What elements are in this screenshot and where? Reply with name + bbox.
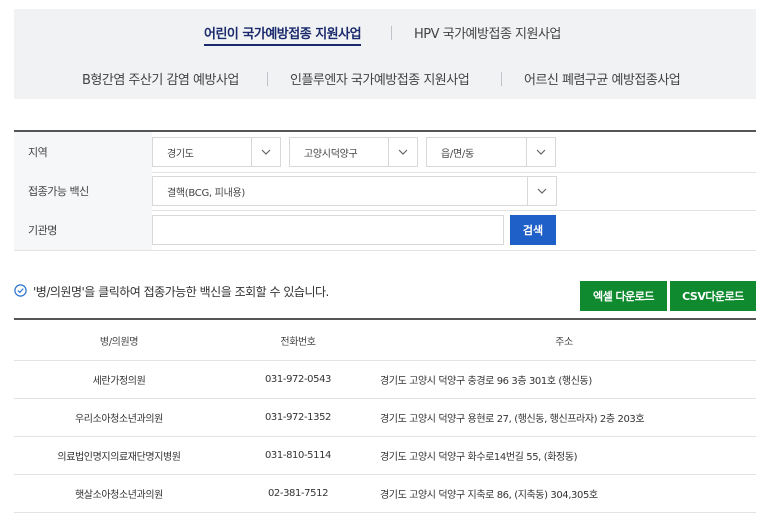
tab-divider: [501, 72, 502, 86]
clinic-name-link[interactable]: 세란가정의원: [14, 360, 224, 398]
clinic-phone: 031-972-0543: [264, 373, 332, 385]
search-button[interactable]: 검색: [510, 215, 556, 245]
info-text: '병/의원명'을 클릭하여 접종가능한 백신을 조회할 수 있습니다.: [33, 285, 329, 299]
tab-hepatitis-b-perinatal[interactable]: B형간염 주산기 감염 예방사업: [82, 69, 239, 88]
tab-child-vaccination[interactable]: 어린이 국가예방접종 지원사업: [204, 23, 362, 46]
table-row: 의료법인명지의료재단명지병원 031-810-5114 경기도 고양시 덕양구 …: [14, 436, 756, 475]
org-name-label: 기관명: [14, 210, 152, 250]
table-header: 병/의원명 전화번호 주소: [14, 320, 756, 361]
vaccine-select[interactable]: 결핵(BCG, 피내용): [152, 176, 557, 206]
table-row: 세란가정의원 031-972-0543 경기도 고양시 덕양구 충경로 96 3…: [14, 360, 756, 399]
tab-divider: [391, 26, 392, 40]
search-filter: 지역 경기도 고양시덕양구 읍/면/동 접종가능 백신 결핵(BCG, 피내용)…: [14, 130, 756, 251]
table-row: 우리소아청소년과의원 031-972-1352 경기도 고양시 덕양구 용현로 …: [14, 398, 756, 437]
town-select-value: 읍/면/동: [441, 148, 474, 160]
info-message: '병/의원명'을 클릭하여 접종가능한 백신을 조회할 수 있습니다.: [14, 283, 329, 300]
chevron-down-icon: [526, 138, 555, 166]
clinic-table: 병/의원명 전화번호 주소 세란가정의원 031-972-0543 경기도 고양…: [14, 318, 756, 513]
town-select[interactable]: 읍/면/동: [426, 137, 556, 167]
clinic-address: 경기도 고양시 덕양구 지축로 86, (지축동) 304,305호: [380, 489, 598, 501]
region-label: 지역: [14, 132, 152, 172]
clinic-address: 경기도 고양시 덕양구 용현로 27, (행신동, 행신프라자) 2층 203호: [380, 413, 645, 425]
header-address: 주소: [555, 336, 573, 348]
clinic-phone: 02-381-7512: [267, 487, 329, 499]
header-phone: 전화번호: [280, 336, 316, 348]
chevron-down-icon: [251, 138, 280, 166]
clinic-name-link[interactable]: 햇살소아청소년과의원: [14, 474, 224, 512]
excel-download-button[interactable]: 엑셀 다운로드: [580, 281, 667, 311]
tab-influenza-vaccination[interactable]: 인플루엔자 국가예방접종 지원사업: [290, 69, 470, 88]
vaccine-row: 접종가능 백신 결핵(BCG, 피내용): [14, 172, 756, 211]
region-row: 지역 경기도 고양시덕양구 읍/면/동: [14, 132, 756, 173]
org-name-input[interactable]: [152, 215, 504, 245]
chevron-down-icon: [527, 177, 556, 205]
header-clinic-name: 병/의원명: [99, 336, 139, 348]
clinic-address: 경기도 고양시 덕양구 충경로 96 3층 301호 (행신동): [380, 375, 592, 387]
vaccine-select-value: 결핵(BCG, 피내용): [167, 187, 245, 199]
table-row: 햇살소아청소년과의원 02-381-7512 경기도 고양시 덕양구 지축로 8…: [14, 474, 756, 513]
clinic-name-link[interactable]: 의료법인명지의료재단명지병원: [14, 436, 224, 474]
program-tabs: 어린이 국가예방접종 지원사업 HPV 국가예방접종 지원사업 B형간염 주산기…: [14, 9, 756, 99]
tab-divider: [267, 72, 268, 86]
check-circle-icon: [14, 283, 27, 300]
tab-hpv-vaccination[interactable]: HPV 국가예방접종 지원사업: [414, 23, 561, 42]
clinic-phone: 031-972-1352: [264, 411, 332, 423]
province-select-value: 경기도: [167, 148, 194, 160]
clinic-address: 경기도 고양시 덕양구 화수로14번길 55, (화정동): [380, 451, 578, 463]
district-select[interactable]: 고양시덕양구: [289, 137, 418, 167]
org-name-row: 기관명 검색: [14, 210, 756, 251]
vaccine-label: 접종가능 백신: [14, 172, 152, 210]
clinic-phone: 031-810-5114: [264, 449, 332, 461]
province-select[interactable]: 경기도: [152, 137, 281, 167]
district-select-value: 고양시덕양구: [304, 148, 358, 160]
chevron-down-icon: [388, 138, 417, 166]
csv-download-button[interactable]: CSV다운로드: [670, 281, 756, 311]
clinic-name-link[interactable]: 우리소아청소년과의원: [14, 398, 224, 436]
tab-pneumococcal-vaccination[interactable]: 어르신 폐렴구균 예방접종사업: [524, 69, 681, 88]
